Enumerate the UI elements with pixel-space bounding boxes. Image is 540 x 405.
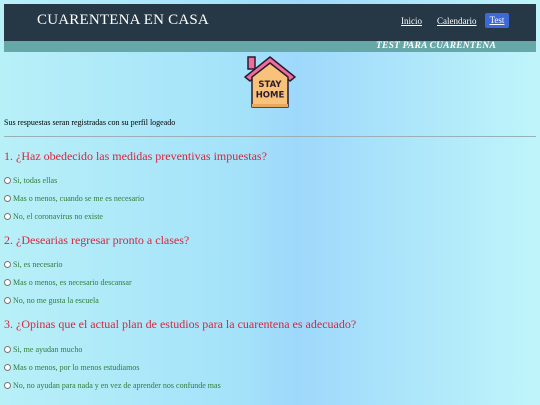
option-label: Mas o menos, por lo menos estudiamos: [13, 362, 140, 372]
nav-link-inicio[interactable]: Inicio: [401, 16, 422, 26]
question-2: 2. ¿Desearias regresar pronto a clases?: [4, 233, 190, 247]
q3-option-2[interactable]: Mas o menos, por lo menos estudiamos: [4, 362, 139, 372]
radio-button[interactable]: [4, 212, 11, 220]
radio-button[interactable]: [4, 260, 11, 268]
radio-button[interactable]: [4, 176, 11, 184]
option-label: Mas o menos, cuando se me es necesario: [13, 193, 145, 203]
nav-link-test-active[interactable]: Test: [485, 13, 509, 28]
brand-title[interactable]: CUARENTENA EN CASA: [37, 12, 209, 29]
q1-option-1[interactable]: Si, todas ellas: [4, 175, 57, 185]
q3-option-1[interactable]: Si, me ayudan mucho: [4, 344, 82, 354]
option-label: Si, todas ellas: [13, 175, 58, 185]
stay-home-house-icon: STAY HOME: [244, 56, 296, 108]
option-label: Si, me ayudan mucho: [13, 344, 83, 354]
q3-option-3[interactable]: No, no ayudan para nada y en vez de apre…: [4, 380, 221, 390]
logo-line-home: HOME: [256, 91, 285, 101]
radio-button[interactable]: [4, 345, 11, 353]
option-label: No, no me gusta la escuela: [13, 295, 99, 305]
house-floor: [252, 104, 288, 107]
q2-option-3[interactable]: No, no me gusta la escuela: [4, 295, 99, 305]
question-1: 1. ¿Haz obedecido las medidas preventiva…: [4, 149, 267, 163]
nav-link-calendario[interactable]: Calendario: [437, 16, 477, 26]
radio-button[interactable]: [4, 194, 11, 202]
option-label: No, el coronavirus no existe: [13, 211, 103, 221]
option-label: Si, es necesario: [13, 259, 63, 269]
radio-button[interactable]: [4, 296, 11, 304]
q1-option-3[interactable]: No, el coronavirus no existe: [4, 211, 103, 221]
option-label: Mas o menos, es necesario descansar: [13, 277, 132, 287]
q1-option-2[interactable]: Mas o menos, cuando se me es necesario: [4, 193, 144, 203]
chimney: [247, 56, 256, 70]
navbar: CUARENTENA EN CASA Inicio Calendario Tes…: [4, 4, 536, 41]
radio-button[interactable]: [4, 363, 11, 371]
option-label: No, no ayudan para nada y en vez de apre…: [13, 380, 221, 390]
radio-button[interactable]: [4, 278, 11, 286]
divider: [4, 136, 536, 137]
intro-text: Sus respuestas seran registradas con su …: [4, 118, 176, 127]
radio-button[interactable]: [4, 381, 11, 389]
logo-line-stay: STAY: [258, 80, 282, 90]
subtitle-text: TEST PARA CUARENTENA: [376, 41, 496, 51]
q2-option-1[interactable]: Si, es necesario: [4, 259, 63, 269]
q2-option-2[interactable]: Mas o menos, es necesario descansar: [4, 277, 132, 287]
question-3: 3. ¿Opinas que el actual plan de estudio…: [4, 317, 357, 331]
subtitle-bar: TEST PARA CUARENTENA: [4, 41, 536, 52]
